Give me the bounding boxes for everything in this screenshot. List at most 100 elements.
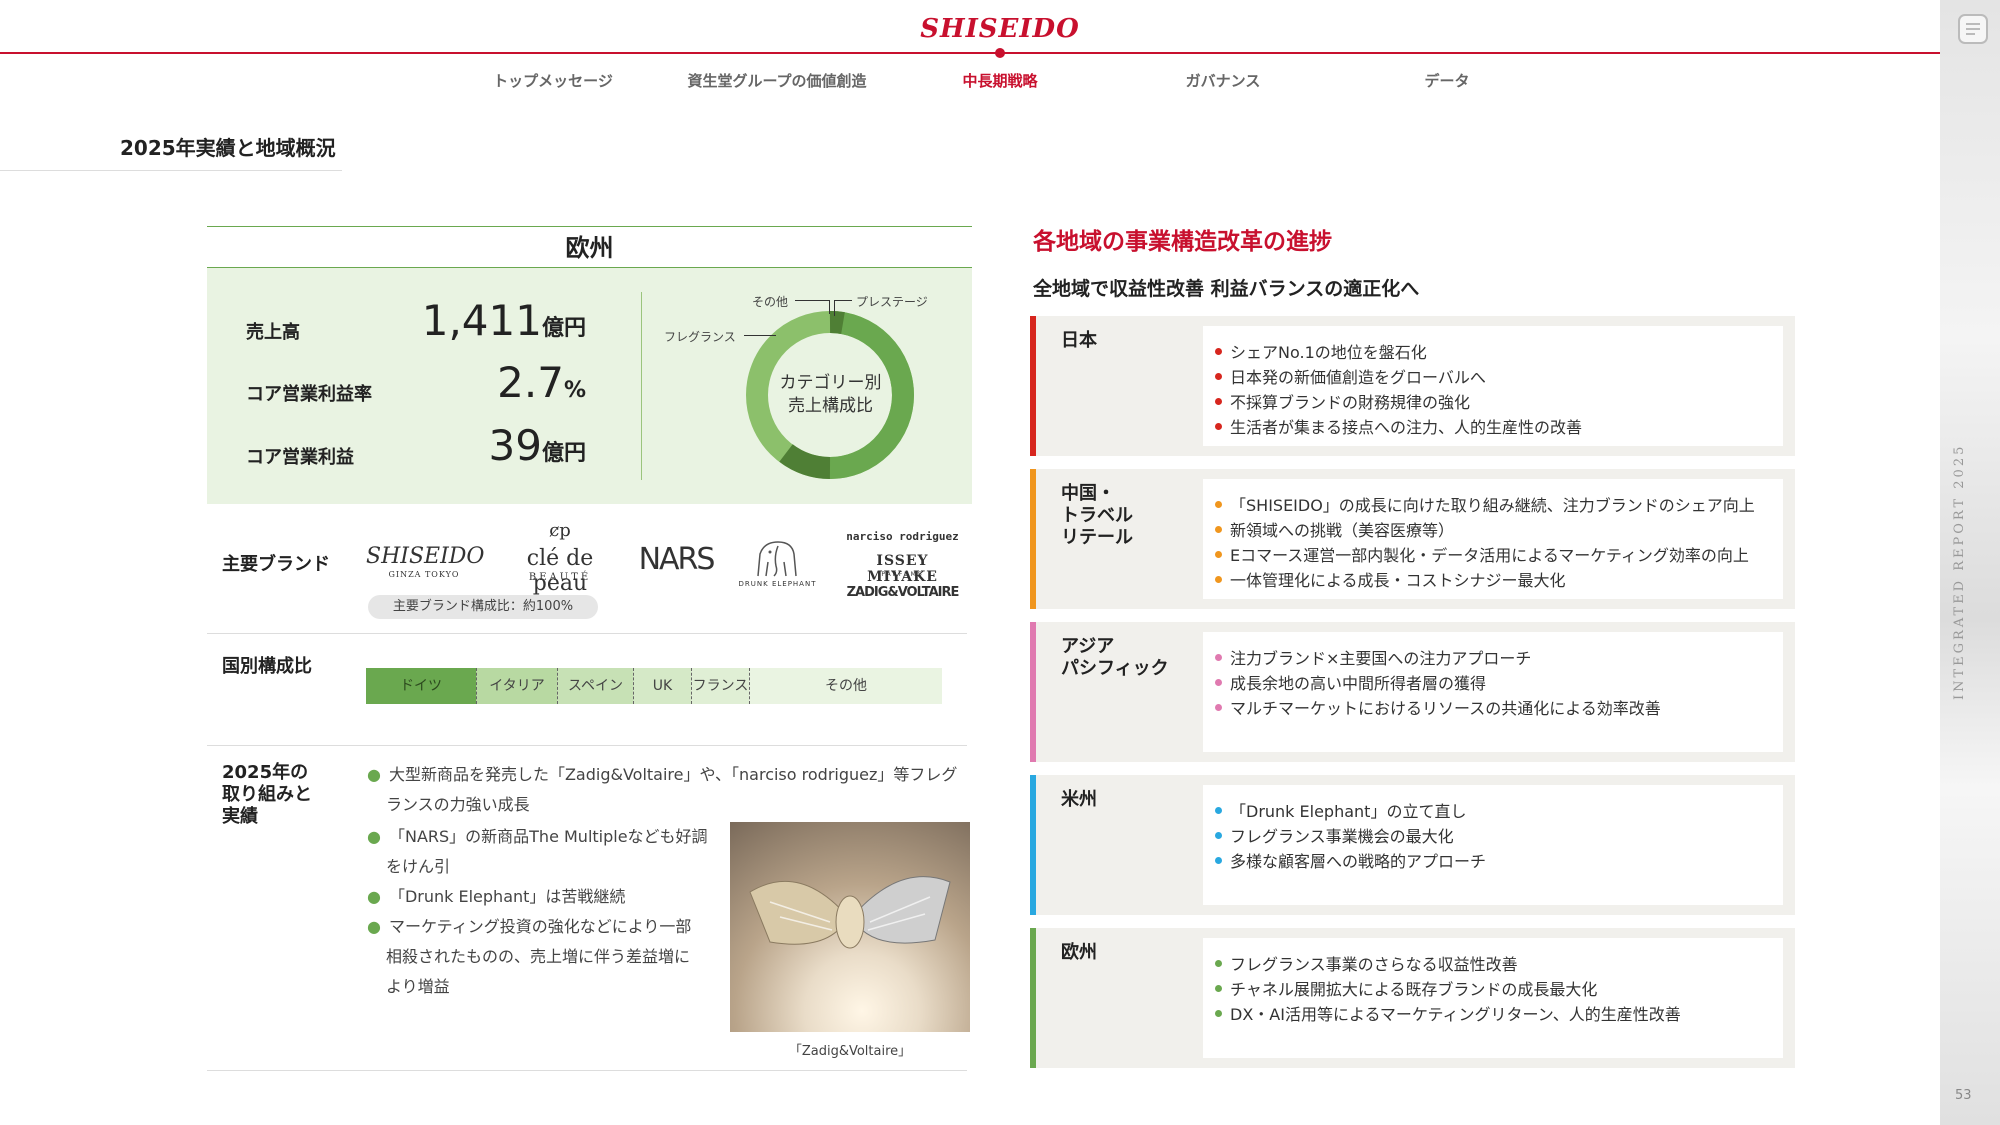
- drunk-elephant-icon: [757, 541, 797, 577]
- bullet-dot-icon: [1215, 501, 1222, 508]
- kpi-unit: %: [563, 378, 586, 403]
- activity-text: 相殺されたものの、売上増に伴う差益増に: [386, 947, 691, 966]
- leader-line: [744, 335, 776, 336]
- donut-other: [829, 311, 845, 334]
- region-name: リテール: [1061, 527, 1133, 548]
- region-item-text: 注力ブランド×主要国への注力アプローチ: [1230, 649, 1532, 668]
- region-item-text: 成長余地の高い中間所得者層の獲得: [1230, 674, 1487, 693]
- region-item: 成長余地の高い中間所得者層の獲得: [1215, 671, 1661, 696]
- activities-label-line: 取り組みと: [222, 784, 312, 805]
- kpi-divider: [641, 292, 642, 480]
- region-item: 一体管理化による成長・コストシナジー最大化: [1215, 568, 1755, 593]
- bullet-dot-icon: [1215, 807, 1222, 814]
- region-item-text: 一体管理化による成長・コストシナジー最大化: [1230, 571, 1566, 590]
- active-nav-indicator: [995, 48, 1005, 58]
- region-card-europe: 欧州 フレグランス事業のさらなる収益性改善チャネル展開拡大による既存ブランドの成…: [1030, 928, 1795, 1068]
- brand-logo-issey-miyake-sub: PARFUMS: [881, 571, 924, 578]
- zadig-voltaire-product-image: [730, 822, 970, 1032]
- shiseido-logo[interactable]: SHISEIDO: [0, 14, 2000, 44]
- country-seg-other: その他: [749, 668, 942, 704]
- region-name: 米州: [1061, 789, 1097, 810]
- brands-label: 主要ブランド: [222, 554, 330, 575]
- region-item: フレグランス事業のさらなる収益性改善: [1215, 952, 1681, 977]
- region-item: Eコマース運営一部内製化・データ活用によるマーケティング効率の向上: [1215, 543, 1755, 568]
- region-item: 「SHISEIDO」の成長に向けた取り組み継続、注力ブランドのシェア向上: [1215, 493, 1755, 518]
- leader-line: [795, 300, 829, 301]
- region-name: 欧州: [1061, 942, 1097, 963]
- brand-logo-zadig-voltaire: ZADIG&VOLTAIRE: [846, 585, 960, 600]
- activities-label: 2025年の 取り組みと 実績: [222, 762, 312, 828]
- brand-logo-cle-de-peau-sub: BEAUTÉ: [528, 572, 592, 583]
- region-item-text: シェアNo.1の地位を盤石化: [1230, 343, 1427, 362]
- brand-logo-drunk-elephant: DRUNK ELEPHANT: [738, 580, 817, 588]
- region-card-china-travel-retail: 中国・ トラベル リテール 「SHISEIDO」の成長に向けた取り組み継続、注力…: [1030, 469, 1795, 609]
- region-item: 日本発の新価値創造をグローバルへ: [1215, 365, 1582, 390]
- kpi-unit: 億円: [541, 316, 586, 341]
- region-items: 注力ブランド×主要国への注力アプローチ 成長余地の高い中間所得者層の獲得マルチマー…: [1215, 646, 1661, 721]
- wing-bottle-icon: [749, 876, 951, 949]
- region-card-label: 日本: [1061, 330, 1097, 352]
- activity-bullet: ● 「NARS」の新商品The Multipleなども好調 をけん引: [367, 822, 708, 882]
- donut-center-label: カテゴリー別 売上構成比: [748, 372, 913, 418]
- region-item: 注力ブランド×主要国への注力アプローチ: [1215, 646, 1661, 671]
- brand-logo-nars: NARS: [638, 542, 716, 577]
- region-items: 「Drunk Elephant」の立て直しフレグランス事業機会の最大化多様な顧客…: [1215, 799, 1486, 874]
- activity-text: 大型新商品を発売した「Zadig&Voltaire」や、「narciso rod…: [388, 765, 958, 784]
- nav-mid-long-term-strategy[interactable]: 中長期戦略: [900, 70, 1100, 91]
- country-mix-label: 国別構成比: [222, 656, 312, 677]
- region-item-text: 日本発の新価値創造をグローバルへ: [1230, 368, 1486, 387]
- region-item: 「Drunk Elephant」の立て直し: [1215, 799, 1486, 824]
- progress-title: 各地域の事業構造改革の進捗: [1033, 229, 1332, 255]
- activity-bullet: ● 大型新商品を発売した「Zadig&Voltaire」や、「narciso ro…: [367, 760, 957, 820]
- region-card-label: 中国・ トラベル リテール: [1061, 483, 1133, 549]
- region-item-text: フレグランス事業機会の最大化: [1230, 827, 1454, 846]
- kpi-number: 39: [488, 421, 542, 470]
- kpi-label-sales: 売上高: [246, 322, 300, 343]
- region-card-body: フレグランス事業のさらなる収益性改善チャネル展開拡大による既存ブランドの成長最大…: [1203, 938, 1783, 1058]
- nav-top-message[interactable]: トップメッセージ: [453, 70, 653, 91]
- brand-logo-shiseido-sub: GINZA TOKYO: [388, 570, 460, 579]
- nav-governance[interactable]: ガバナンス: [1123, 70, 1323, 91]
- region-items: シェアNo.1の地位を盤石化 日本発の新価値創造をグローバルへ 不採算ブランドの財務…: [1215, 340, 1582, 440]
- region-name: パシフィック: [1061, 658, 1169, 679]
- menu-icon[interactable]: [1958, 14, 1988, 44]
- region-card-americas: 米州 「Drunk Elephant」の立て直しフレグランス事業機会の最大化多様…: [1030, 775, 1795, 915]
- chart-label-prestige: プレステージ: [856, 295, 928, 309]
- country-seg-germany: ドイツ: [366, 668, 476, 704]
- bullet-dot-icon: [1215, 654, 1222, 661]
- brand-logo-cle-de-peau: clé de peau: [526, 546, 594, 596]
- region-item-text: チャネル展開拡大による既存ブランドの成長最大化: [1230, 980, 1598, 999]
- brand-share-badge: 主要ブランド構成比：約100%: [368, 595, 598, 619]
- row-divider: [207, 633, 967, 634]
- region-items: 「SHISEIDO」の成長に向けた取り組み継続、注力ブランドのシェア向上新領域へ…: [1215, 493, 1755, 593]
- country-mix-bar: ドイツ イタリア スペイン UK フランス その他: [366, 668, 942, 704]
- chart-label-other: その他: [752, 295, 789, 309]
- bullet-dot-icon: [1215, 551, 1222, 558]
- region-name: トラベル: [1061, 505, 1133, 526]
- region-item: フレグランス事業機会の最大化: [1215, 824, 1486, 849]
- activity-text: 「Drunk Elephant」は苦戦継続: [388, 887, 626, 906]
- region-name: 日本: [1061, 330, 1097, 351]
- bullet-dot-icon: ●: [367, 765, 381, 784]
- nav-value-creation[interactable]: 資生堂グループの価値創造: [677, 70, 877, 91]
- nav-data[interactable]: データ: [1347, 70, 1547, 91]
- region-card-label: 欧州: [1061, 942, 1097, 964]
- bullet-dot-icon: [1215, 526, 1222, 533]
- region-item-text: 多様な顧客層への戦略的アプローチ: [1230, 852, 1487, 871]
- region-card-body: 「SHISEIDO」の成長に向けた取り組み継続、注力ブランドのシェア向上新領域へ…: [1203, 479, 1783, 599]
- region-item-text: DX・AI活用等によるマーケティングリターン、人的生産性改善: [1230, 1005, 1681, 1024]
- bullet-dot-icon: ●: [367, 917, 381, 936]
- region-item-text: 「SHISEIDO」の成長に向けた取り組み継続、注力ブランドのシェア向上: [1230, 496, 1755, 515]
- brand-logo-issey-miyake: ISSEY MIYAKE: [867, 553, 938, 585]
- region-item-text: フレグランス事業のさらなる収益性改善: [1230, 955, 1518, 974]
- country-seg-italy: イタリア: [476, 668, 557, 704]
- region-card-japan: 日本 シェアNo.1の地位を盤石化 日本発の新価値創造をグローバルへ 不採算ブランド…: [1030, 316, 1795, 456]
- leader-line: [834, 300, 835, 316]
- region-item: 新領域への挑戦（美容医療等）: [1215, 518, 1755, 543]
- progress-subtitle: 全地域で収益性改善 利益バランスの適正化へ: [1033, 278, 1420, 300]
- bullet-dot-icon: [1215, 985, 1222, 992]
- kpi-value-sales: 1,411億円: [386, 296, 586, 345]
- region-item-text: マルチマーケットにおけるリソースの共通化による効率改善: [1230, 699, 1661, 718]
- bullet-dot-icon: [1215, 960, 1222, 967]
- region-item-text: Eコマース運営一部内製化・データ活用によるマーケティング効率の向上: [1230, 546, 1749, 565]
